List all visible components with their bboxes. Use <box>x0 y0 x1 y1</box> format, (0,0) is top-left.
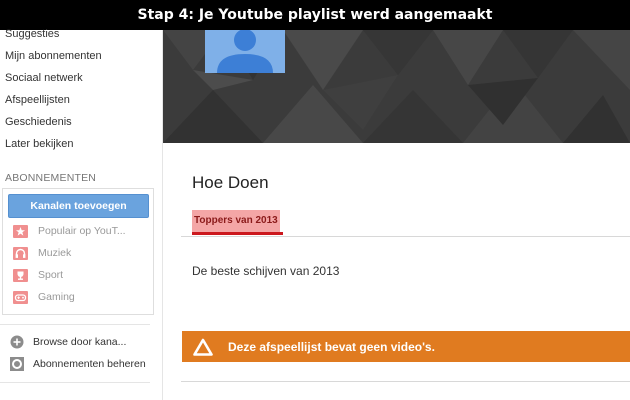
empty-playlist-message: Deze afspeellijst bevat geen video's. <box>228 339 435 354</box>
subscriptions-panel: Kanalen toevoegen Populair op YouT... Mu… <box>2 188 154 315</box>
nav-item-suggestions[interactable]: Suggesties <box>5 28 59 40</box>
subscription-gaming[interactable]: Gaming <box>13 289 75 305</box>
tutorial-caption: Stap 4: Je Youtube playlist werd aangema… <box>0 0 630 30</box>
subscription-sport[interactable]: Sport <box>13 267 63 283</box>
trophy-icon <box>13 268 28 282</box>
manage-subscriptions-link[interactable]: Abonnementen beheren <box>10 356 146 372</box>
manage-subscriptions-label: Abonnementen beheren <box>33 358 146 370</box>
playlist-description: De beste schijven van 2013 <box>192 264 340 278</box>
subscription-music[interactable]: Muziek <box>13 245 71 261</box>
plus-circle-icon <box>10 335 24 349</box>
channel-banner <box>163 30 630 143</box>
subscription-label: Muziek <box>38 247 72 259</box>
user-silhouette-icon <box>205 30 285 73</box>
headphones-icon <box>13 246 28 260</box>
subscription-label: Populair op YouT... <box>38 225 126 237</box>
avatar[interactable] <box>205 30 285 73</box>
nav-item-social[interactable]: Sociaal netwerk <box>5 72 83 84</box>
star-icon <box>13 224 28 238</box>
tab-divider <box>181 236 630 237</box>
tab-playlist[interactable]: Toppers van 2013 <box>192 210 280 232</box>
empty-playlist-alert: Deze afspeellijst bevat geen video's. <box>182 331 630 362</box>
browse-channels-label: Browse door kana... <box>33 336 127 348</box>
subscription-label: Gaming <box>38 291 75 303</box>
subscription-label: Sport <box>38 269 64 281</box>
subscriptions-heading: ABONNEMENTEN <box>5 172 97 184</box>
gamepad-icon <box>13 290 28 304</box>
channel-title: Hoe Doen <box>192 173 269 192</box>
sidebar-divider <box>0 324 150 325</box>
nav-item-playlists[interactable]: Afspeellijsten <box>5 94 70 106</box>
content-divider <box>181 381 630 382</box>
browse-channels-link[interactable]: Browse door kana... <box>10 334 126 350</box>
nav-item-history[interactable]: Geschiedenis <box>5 116 72 128</box>
sidebar-divider <box>0 382 150 383</box>
active-tab-indicator <box>192 232 283 235</box>
warning-icon <box>193 338 213 356</box>
sidebar: Suggesties Mijn abonnementen Sociaal net… <box>0 28 163 400</box>
nav-item-my-subscriptions[interactable]: Mijn abonnementen <box>5 50 102 62</box>
subscription-popular[interactable]: Populair op YouT... <box>13 223 126 239</box>
add-channels-button[interactable]: Kanalen toevoegen <box>8 194 149 218</box>
gear-icon <box>10 357 24 371</box>
nav-item-watch-later[interactable]: Later bekijken <box>5 138 74 150</box>
